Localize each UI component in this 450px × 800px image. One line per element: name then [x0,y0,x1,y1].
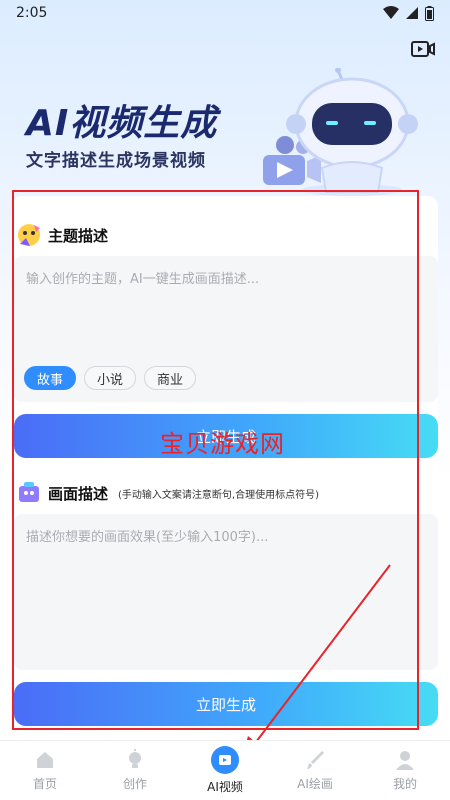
scene-mascot-icon [19,482,39,502]
scene-title: 画面描述 [48,484,109,503]
bulb-icon [129,749,141,768]
status-bar: 2:05 [0,0,450,26]
banner-title: AI视频生成 [26,103,218,144]
tag-novel[interactable]: 小说 [84,366,137,390]
scene-input-placeholder: 描述你想要的画面效果(至少输入100字)... [26,530,269,545]
bottom-tab-bar: 首页 创作 AI视频 AI绘画 我的 [0,740,450,800]
signal-icon [406,7,418,19]
scene-generate-label: 立即生成 [195,695,256,714]
banner: AI视频生成 文字描述生成场景视频 [0,60,450,196]
scene-hint: (手动输入文案请注意断句,合理使用标点符号) [118,489,319,501]
tab-create[interactable]: 创作 [100,749,170,792]
tab-ai-video[interactable]: AI视频 [190,746,260,795]
topic-mascot-icon [18,224,40,246]
tab-ai-drawing-label: AI绘画 [297,777,333,791]
video-icon [211,746,239,774]
robot-illustration [286,68,418,196]
tab-ai-drawing[interactable]: AI绘画 [280,749,350,792]
user-icon [396,751,414,770]
topic-title: 主题描述 [48,226,109,245]
brush-icon [307,751,324,769]
tab-create-label: 创作 [122,777,147,791]
scene-input[interactable]: 描述你想要的画面效果(至少输入100字)... [14,514,438,670]
topic-section-header: 主题描述 [16,222,108,248]
tab-mine-label: 我的 [392,777,417,791]
topic-input-placeholder: 输入创作的主题，AI一键生成画面描述... [26,272,260,287]
tab-mine[interactable]: 我的 [370,749,440,792]
tag-story[interactable]: 故事 [24,366,77,390]
status-icons [383,5,434,21]
watermark-text: 宝贝游戏网 [160,430,285,458]
tab-ai-video-label: AI视频 [207,780,243,794]
banner-subtitle: 文字描述生成场景视频 [26,151,206,171]
scene-section-header: 画面描述 (手动输入文案请注意断句,合理使用标点符号) [16,480,319,506]
tag-business[interactable]: 商业 [144,366,197,390]
home-icon [37,752,53,768]
scene-generate-button[interactable]: 立即生成 [14,682,438,726]
video-list-icon[interactable] [410,38,436,62]
tab-home[interactable]: 首页 [10,749,80,792]
topic-tags: 故事 小说 商业 [24,366,197,390]
tab-home-label: 首页 [32,777,57,791]
battery-icon [425,5,434,21]
wifi-icon [383,6,399,19]
status-time: 2:05 [16,5,48,21]
